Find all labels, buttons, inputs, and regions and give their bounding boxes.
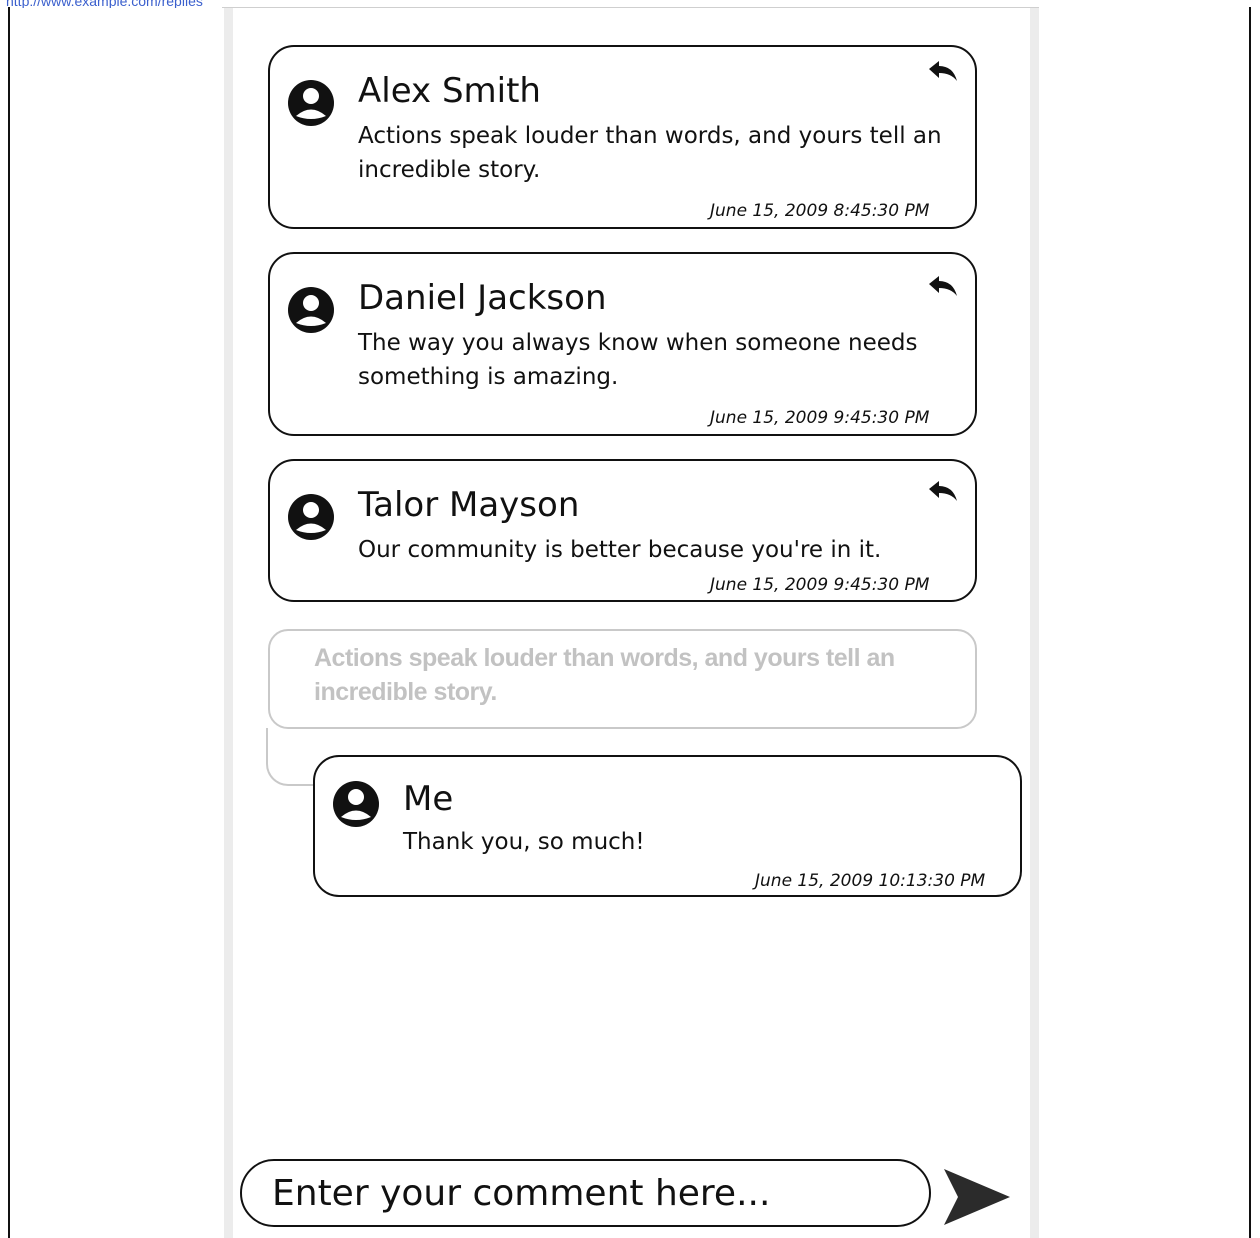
quoted-comment-text: Actions speak louder than words, and you… xyxy=(314,644,895,706)
quoted-comment: Actions speak louder than words, and you… xyxy=(268,629,977,729)
comment-text: Our community is better because you're i… xyxy=(358,537,882,563)
comment-text: Actions speak louder than words, and you… xyxy=(358,123,942,183)
user-avatar-icon xyxy=(288,80,334,126)
comment-timestamp: June 15, 2009 9:45:30 PM xyxy=(710,575,930,595)
comment-timestamp: June 15, 2009 8:45:30 PM xyxy=(710,201,930,221)
comment-card: Talor Mayson Our community is better bec… xyxy=(268,459,977,602)
reply-arrow-icon[interactable] xyxy=(927,479,959,505)
user-avatar-icon xyxy=(333,781,379,827)
reply-arrow-icon[interactable] xyxy=(927,59,959,85)
comment-timestamp: June 15, 2009 9:45:30 PM xyxy=(710,408,930,428)
reply-author: Me xyxy=(403,779,454,819)
comment-card: Daniel Jackson The way you always know w… xyxy=(268,252,977,436)
comment-author: Alex Smith xyxy=(358,71,541,111)
comment-text: The way you always know when someone nee… xyxy=(358,330,918,390)
comment-author: Talor Mayson xyxy=(358,485,580,525)
reply-text: Thank you, so much! xyxy=(403,829,645,855)
user-avatar-icon xyxy=(288,494,334,540)
comment-card: Alex Smith Actions speak louder than wor… xyxy=(268,45,977,229)
reply-card: Me Thank you, so much! June 15, 2009 10:… xyxy=(313,755,1022,897)
reply-timestamp: June 15, 2009 10:13:30 PM xyxy=(755,871,986,891)
comment-input[interactable] xyxy=(240,1159,931,1227)
comment-author: Daniel Jackson xyxy=(358,278,607,318)
user-avatar-icon xyxy=(288,287,334,333)
send-icon[interactable] xyxy=(940,1163,1012,1229)
reply-arrow-icon[interactable] xyxy=(927,274,959,300)
